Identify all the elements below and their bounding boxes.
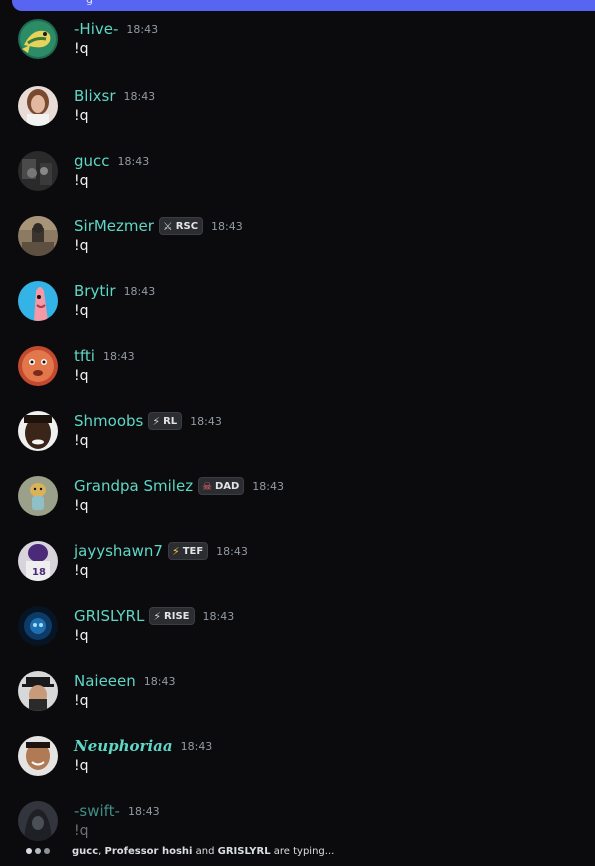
user-tag: ⚡ RL xyxy=(148,412,183,430)
message-text: !q xyxy=(74,823,89,839)
username[interactable]: jayyshawn7 xyxy=(74,542,163,560)
message-text: !q xyxy=(74,173,89,189)
timestamp: 18:43 xyxy=(117,154,150,168)
sword-icon: ⚔ xyxy=(162,219,173,233)
message-text: !q xyxy=(74,628,89,644)
timestamp: 18:43 xyxy=(102,349,135,363)
user-tag: ☠ DAD xyxy=(198,477,245,495)
bolt-icon: ⚡ xyxy=(171,544,180,558)
svg-text:18: 18 xyxy=(32,567,46,578)
message-item[interactable]: GRISLYRL ⚡ RISE 18:43 !q xyxy=(0,606,595,671)
timestamp: 18:43 xyxy=(143,674,176,688)
username[interactable]: tfti xyxy=(74,347,95,365)
avatar-dog[interactable] xyxy=(18,476,58,516)
bolt-icon: ⚡ xyxy=(152,414,161,428)
message-text: !q xyxy=(74,108,89,124)
message-text: !q xyxy=(74,368,89,384)
typing-user[interactable]: gucc xyxy=(72,846,98,857)
user-tag: ⚔ RSC xyxy=(158,217,204,235)
tag-label: RL xyxy=(163,415,178,427)
username[interactable]: Brytir xyxy=(74,282,116,300)
timestamp: 18:43 xyxy=(123,89,156,103)
typing-user[interactable]: GRISLYRL xyxy=(218,846,271,857)
username[interactable]: -Hive- xyxy=(74,20,118,38)
avatar-man-face[interactable] xyxy=(18,411,58,451)
message-text: !q xyxy=(74,433,89,449)
avatar-dark-photo[interactable] xyxy=(18,151,58,191)
username[interactable]: Blixsr xyxy=(74,87,115,105)
avatar-patrick[interactable] xyxy=(18,281,58,321)
timestamp: 18:43 xyxy=(127,804,160,818)
avatar-football[interactable]: 18 xyxy=(18,541,58,581)
typing-user[interactable]: Professor hoshi xyxy=(105,846,193,857)
typing-indicator: gucc, Professor hoshi and GRISLYRL are t… xyxy=(26,845,334,857)
message-text: !q xyxy=(74,498,89,514)
message-item[interactable]: Blixsr 18:43 !q xyxy=(0,86,595,151)
tag-label: RISE xyxy=(164,610,190,622)
message-list: -Hive- 18:43 !q Blixsr 18:43 !q gucc 18:… xyxy=(0,0,595,854)
message-item[interactable]: gucc 18:43 !q xyxy=(0,151,595,216)
skull-icon: ☠ xyxy=(202,479,212,493)
message-text: !q xyxy=(74,303,89,319)
message-item[interactable]: SirMezmer ⚔ RSC 18:43 !q xyxy=(0,216,595,281)
avatar-dragon[interactable] xyxy=(18,19,58,59)
timestamp: 18:43 xyxy=(123,284,156,298)
avatar-woman[interactable] xyxy=(18,86,58,126)
tag-label: RSC xyxy=(175,220,199,232)
bolt-icon: ⚡ xyxy=(153,609,162,623)
message-item[interactable]: Shmoobs ⚡ RL 18:43 !q xyxy=(0,411,595,476)
timestamp: 18:43 xyxy=(126,22,159,36)
message-item[interactable]: tfti 18:43 !q xyxy=(0,346,595,411)
tag-label: TEF xyxy=(182,545,204,557)
message-text: !q xyxy=(74,238,89,254)
timestamp: 18:43 xyxy=(190,414,222,428)
timestamp: 18:43 xyxy=(252,479,284,493)
message-item[interactable]: Naieeen 18:43 !q xyxy=(0,671,595,736)
message-text: !q xyxy=(74,693,89,709)
username[interactable]: Naieeen xyxy=(74,672,136,690)
avatar-blue-glow[interactable] xyxy=(18,606,58,646)
avatar-face[interactable] xyxy=(18,346,58,386)
username[interactable]: gucc xyxy=(74,152,110,170)
username[interactable]: Neuphoriaa xyxy=(74,737,173,755)
username[interactable]: Grandpa Smilez xyxy=(74,477,193,495)
avatar-hat-man[interactable] xyxy=(18,671,58,711)
tag-label: DAD xyxy=(214,480,240,492)
typing-dots-icon xyxy=(26,848,50,854)
user-tag: ⚡ RISE xyxy=(149,607,195,625)
timestamp: 18:43 xyxy=(180,739,213,753)
avatar-hooded[interactable] xyxy=(18,801,58,841)
message-text: !q xyxy=(74,758,89,774)
avatar-smiling-man[interactable] xyxy=(18,736,58,776)
message-item[interactable]: Brytir 18:43 !q xyxy=(0,281,595,346)
username[interactable]: Shmoobs xyxy=(74,412,143,430)
username[interactable]: SirMezmer xyxy=(74,217,154,235)
username[interactable]: -swift- xyxy=(74,802,120,820)
username[interactable]: GRISLYRL xyxy=(74,607,144,625)
user-tag: ⚡ TEF xyxy=(167,542,209,560)
message-item[interactable]: Neuphoriaa 18:43 !q xyxy=(0,736,595,801)
avatar-room[interactable] xyxy=(18,216,58,256)
message-item[interactable]: Grandpa Smilez ☠ DAD 18:43 !q xyxy=(0,476,595,541)
message-item[interactable]: 18 jayyshawn7 ⚡ TEF 18:43 !q xyxy=(0,541,595,606)
message-text: !q xyxy=(74,41,89,57)
message-text: !q xyxy=(74,563,89,579)
message-item[interactable]: -Hive- 18:43 !q xyxy=(0,19,595,84)
typing-text: gucc, Professor hoshi and GRISLYRL are t… xyxy=(72,845,335,857)
timestamp: 18:43 xyxy=(202,609,235,623)
timestamp: 18:43 xyxy=(211,219,243,233)
timestamp: 18:43 xyxy=(216,544,248,558)
